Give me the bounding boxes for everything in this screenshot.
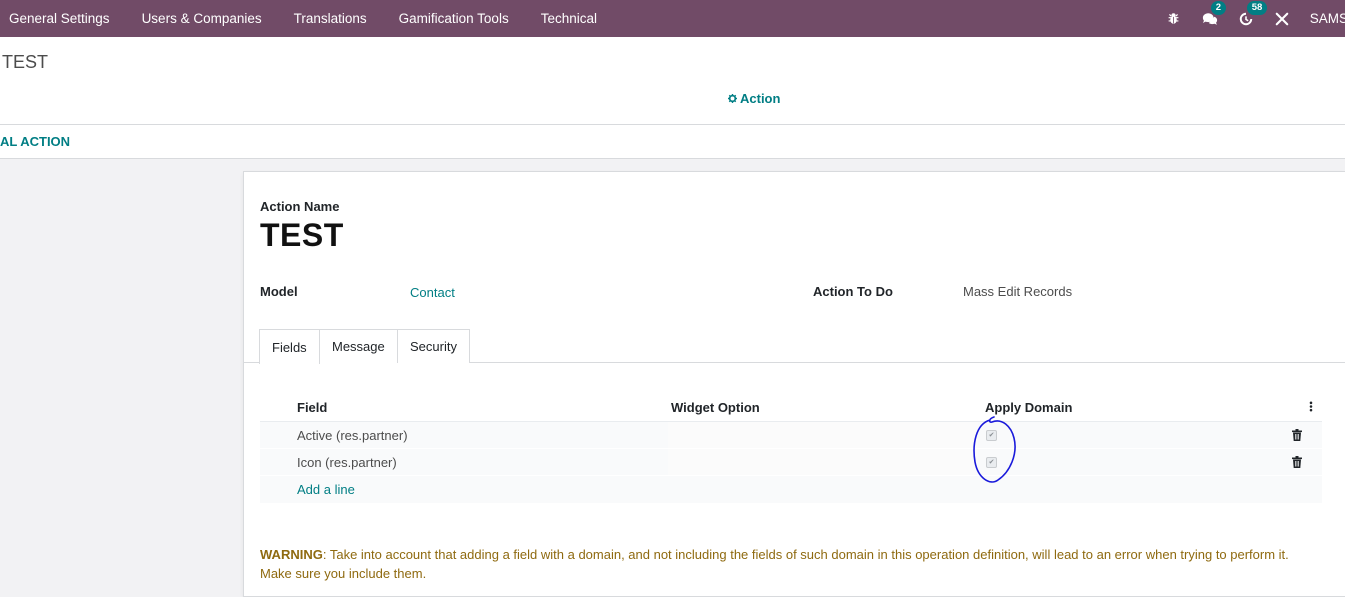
bug-icon[interactable] [1166, 11, 1182, 27]
user-menu[interactable]: SAMSA [1310, 11, 1345, 26]
gear-icon [728, 91, 737, 106]
field-cell[interactable]: Active (res.partner) [297, 428, 408, 443]
warning-label: WARNING [260, 547, 323, 562]
menu-technical[interactable]: Technical [525, 0, 613, 37]
activity-clock-icon[interactable]: 58 [1238, 0, 1268, 27]
form-sheet: Action Name TEST Model Contact Action To… [243, 171, 1345, 597]
menu-translations[interactable]: Translations [278, 0, 383, 37]
chat-count-badge: 2 [1210, 0, 1227, 15]
form-statusbar: AL ACTION [0, 125, 1345, 159]
model-value-link[interactable]: Contact [410, 285, 455, 300]
add-line-link[interactable]: Add a line [297, 482, 355, 497]
field-cell[interactable]: Icon (res.partner) [297, 455, 397, 470]
tab-security[interactable]: Security [397, 329, 470, 363]
trash-icon[interactable] [1292, 456, 1302, 471]
fields-list: Field Widget Option Apply Domain Active … [260, 394, 1322, 503]
control-panel: TEST Action [0, 37, 1345, 125]
table-row[interactable]: Active (res.partner) ✔ [260, 422, 1322, 449]
menu-gamification-tools[interactable]: Gamification Tools [383, 0, 525, 37]
warning-text: : Take into account that adding a field … [260, 547, 1289, 581]
trash-icon[interactable] [1292, 429, 1302, 444]
menu-users-companies[interactable]: Users & Companies [126, 0, 278, 37]
table-row[interactable]: Icon (res.partner) ✔ [260, 449, 1322, 476]
header-action-button[interactable]: AL ACTION [0, 134, 70, 149]
apply-domain-checkbox[interactable]: ✔ [986, 430, 997, 441]
activity-count-badge: 58 [1246, 0, 1268, 15]
chat-icon[interactable]: 2 [1202, 0, 1227, 27]
action-name-label: Action Name [260, 199, 340, 214]
menu-general-settings[interactable]: General Settings [0, 0, 126, 37]
column-header-apply-domain[interactable]: Apply Domain [985, 400, 1072, 415]
action-name-title[interactable]: TEST [260, 217, 344, 254]
tab-fields[interactable]: Fields [259, 329, 320, 364]
add-line-row: Add a line [260, 476, 1322, 503]
debug-tools-icon[interactable] [1274, 11, 1290, 27]
action-todo-value[interactable]: Mass Edit Records [963, 284, 1072, 299]
optional-columns-icon[interactable] [1309, 400, 1313, 415]
action-menu-label: Action [740, 91, 781, 106]
action-todo-label: Action To Do [813, 284, 893, 299]
column-header-field[interactable]: Field [297, 400, 327, 415]
action-menu-button[interactable]: Action [728, 91, 780, 106]
tab-message[interactable]: Message [319, 329, 398, 363]
list-header: Field Widget Option Apply Domain [260, 394, 1322, 422]
warning-message: WARNING: Take into account that adding a… [260, 545, 1320, 583]
model-label: Model [260, 284, 298, 299]
breadcrumb: TEST [2, 52, 49, 72]
notebook-tabs: Fields Message Security [244, 329, 1345, 364]
apply-domain-checkbox[interactable]: ✔ [986, 457, 997, 468]
systray: 2 58 SAMSA [1166, 0, 1345, 37]
top-navbar: General Settings Users & Companies Trans… [0, 0, 1345, 37]
column-header-widget-option[interactable]: Widget Option [671, 400, 760, 415]
main-menu: General Settings Users & Companies Trans… [0, 0, 613, 37]
